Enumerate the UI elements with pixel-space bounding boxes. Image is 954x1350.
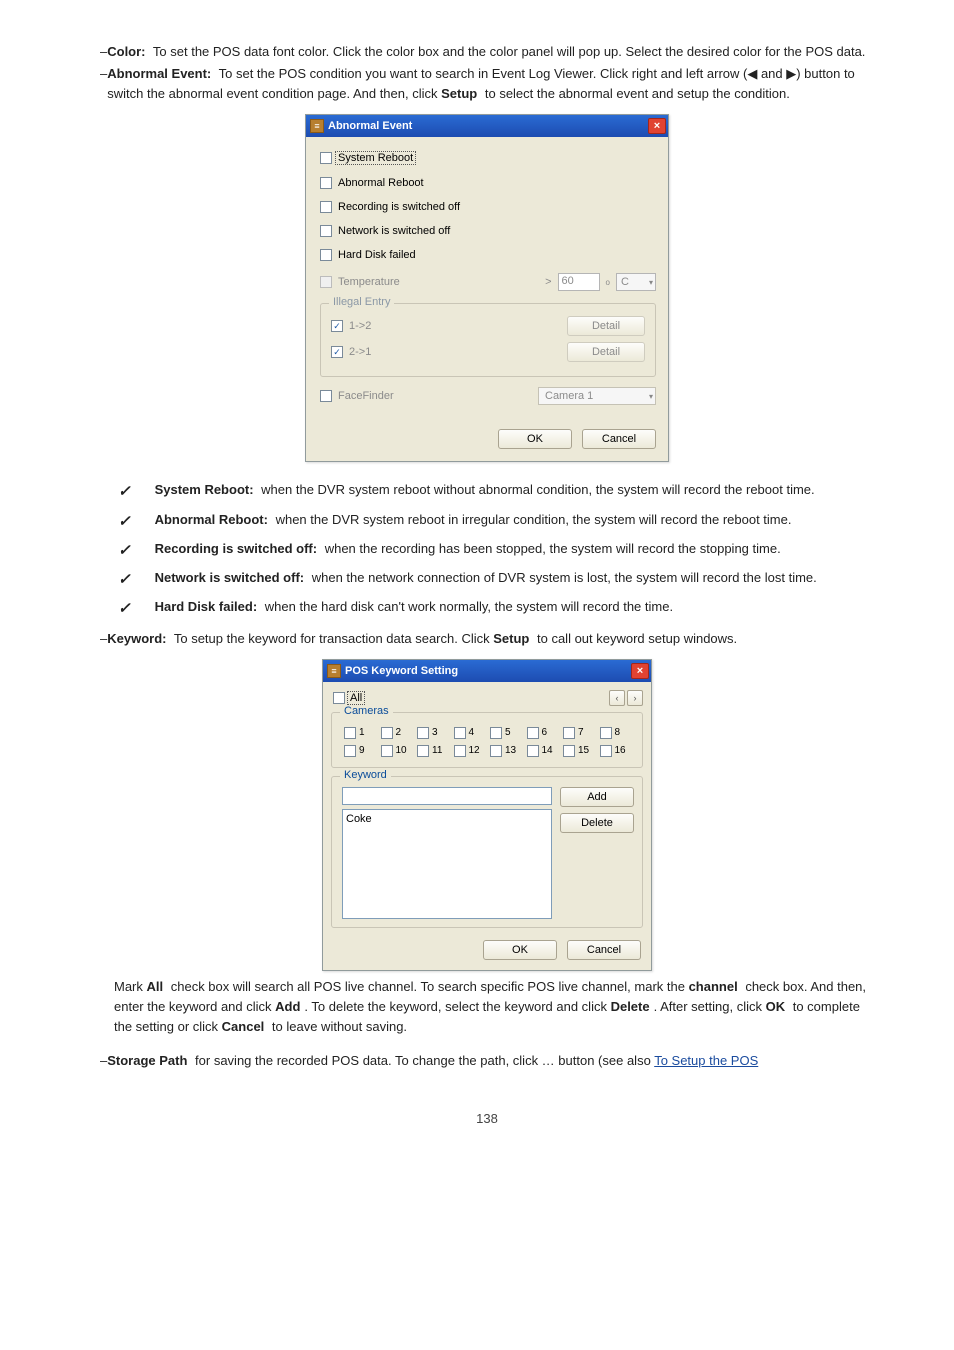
camera-checkbox-16[interactable]: 16 [600,745,631,757]
hdd-failed-label: Hard Disk failed [338,249,416,261]
titlebar[interactable]: ≡ POS Keyword Setting × [323,660,651,682]
keyword-text: To setup the keyword for transaction dat… [174,631,493,646]
camera-checkbox-7[interactable]: 7 [563,727,594,739]
close-icon[interactable]: × [631,663,649,679]
check-icon: ✓ [118,480,131,503]
abnormal-event-dialog: ≡ Abnormal Event × System Reboot Abnorma… [305,114,669,462]
camera-checkbox-8[interactable]: 8 [600,727,631,739]
keyword-label: Keyword: [107,631,170,646]
nav-next-button[interactable]: › [627,690,643,706]
cameras-legend: Cameras [340,705,393,717]
keyword-list[interactable]: Coke [342,809,552,919]
close-icon[interactable]: × [648,118,666,134]
check-icon: ✓ [118,568,131,591]
check-icon: ✓ [118,510,131,533]
setup-word-1: Setup [441,86,481,101]
abnormal-reboot-label: Abnormal Reboot [338,177,424,189]
illegal-2-1-checkbox[interactable] [331,346,343,358]
chevron-down-icon: ▾ [649,392,653,401]
app-icon: ≡ [310,119,324,133]
facefinder-camera-select[interactable]: Camera 1 ▾ [538,387,656,405]
network-off-checkbox[interactable] [320,225,332,237]
camera-checkbox-9[interactable]: 9 [344,745,375,757]
illegal-1-2-label: 1->2 [349,320,371,332]
dialog-title: POS Keyword Setting [345,665,458,677]
illegal-entry-group: Illegal Entry 1->2 Detail 2->1 Detail [320,303,656,377]
camera-checkbox-11[interactable]: 11 [417,745,448,757]
final-text: Mark All check box will search all POS l… [114,979,866,1034]
keyword-list-item[interactable]: Coke [346,813,548,825]
detail-button-1[interactable]: Detail [567,316,645,336]
abnormal-reboot-checkbox[interactable] [320,177,332,189]
check-icon: ✓ [118,539,131,562]
network-off-label: Network is switched off [338,225,450,237]
camera-checkbox-4[interactable]: 4 [454,727,485,739]
degree-symbol: o [606,278,610,287]
keyword-group: Keyword Coke Add Delete [331,776,643,928]
add-button[interactable]: Add [560,787,634,807]
cancel-button[interactable]: Cancel [567,940,641,960]
cancel-button[interactable]: Cancel [582,429,656,449]
camera-checkbox-12[interactable]: 12 [454,745,485,757]
delete-button[interactable]: Delete [560,813,634,833]
all-label: All [347,691,365,705]
gt-symbol: > [545,276,551,288]
system-reboot-checkbox[interactable] [320,152,332,164]
temperature-label: Temperature [338,276,400,288]
illegal-entry-legend: Illegal Entry [329,296,394,308]
illegal-1-2-checkbox[interactable] [331,320,343,332]
recording-off-label: Recording is switched off [338,201,460,213]
camera-checkbox-5[interactable]: 5 [490,727,521,739]
storage-label: Storage Path [107,1053,191,1068]
facefinder-checkbox[interactable] [320,390,332,402]
keyword-legend: Keyword [340,769,391,781]
temperature-input[interactable]: 60 [558,273,600,291]
page-number: 138 [100,1111,874,1126]
bullet-list: ✓System Reboot: when the DVR system rebo… [118,480,874,620]
setup-word-2: Setup [493,631,533,646]
camera-checkbox-3[interactable]: 3 [417,727,448,739]
camera-checkbox-13[interactable]: 13 [490,745,521,757]
color-label: Color: [107,44,149,59]
ok-button[interactable]: OK [498,429,572,449]
hdd-failed-checkbox[interactable] [320,249,332,261]
temperature-checkbox[interactable] [320,276,332,288]
camera-checkbox-14[interactable]: 14 [527,745,558,757]
illegal-2-1-label: 2->1 [349,346,371,358]
cameras-group: Cameras 12345678910111213141516 [331,712,643,768]
ok-button[interactable]: OK [483,940,557,960]
app-icon: ≡ [327,664,341,678]
color-text: To set the POS data font color. Click th… [153,44,866,59]
camera-checkbox-1[interactable]: 1 [344,727,375,739]
temperature-unit-select[interactable]: C ▾ [616,273,656,291]
abnormal-text-2: to select the abnormal event and setup t… [485,86,790,101]
camera-checkbox-15[interactable]: 15 [563,745,594,757]
keyword-tail: to call out keyword setup windows. [537,631,737,646]
facefinder-label: FaceFinder [338,390,394,402]
detail-button-2[interactable]: Detail [567,342,645,362]
abnormal-label: Abnormal Event: [107,66,215,81]
titlebar[interactable]: ≡ Abnormal Event × [306,115,668,137]
system-reboot-label: System Reboot [335,151,416,165]
camera-checkbox-2[interactable]: 2 [381,727,412,739]
nav-prev-button[interactable]: ‹ [609,690,625,706]
chevron-down-icon: ▾ [649,278,653,287]
keyword-input[interactable] [342,787,552,805]
camera-checkbox-10[interactable]: 10 [381,745,412,757]
all-checkbox[interactable] [333,692,345,704]
camera-checkbox-6[interactable]: 6 [527,727,558,739]
recording-off-checkbox[interactable] [320,201,332,213]
storage-text: for saving the recorded POS data. To cha… [195,1053,654,1068]
dialog-title: Abnormal Event [328,120,412,132]
check-icon: ✓ [118,597,131,620]
pos-keyword-dialog: ≡ POS Keyword Setting × All ‹ › Cameras … [322,659,652,971]
storage-link[interactable]: To Setup the POS [654,1053,758,1068]
